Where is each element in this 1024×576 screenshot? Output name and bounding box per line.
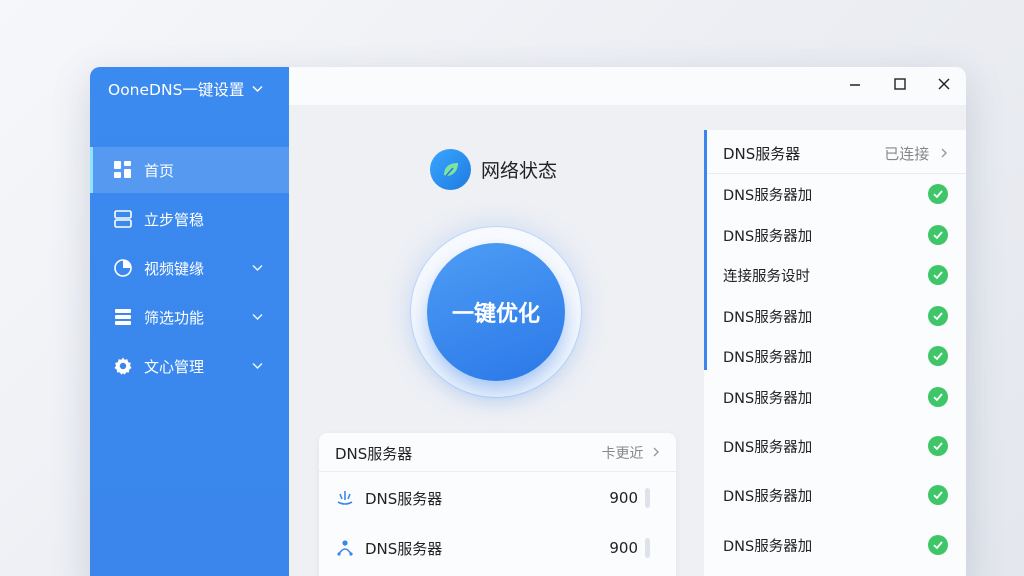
row-label: DNS服务器加 [723,228,813,245]
sidebar-item-settings[interactable]: 文心管理 [90,343,289,389]
check-icon [928,265,948,285]
list-item[interactable]: DNS服务器加 [723,433,948,459]
panel-accent-mask [704,370,707,576]
list-item[interactable]: DNS服务器加 [723,532,948,558]
list-item[interactable]: DNS服务器 900 [335,533,662,563]
grid-icon [113,160,133,180]
divider [707,173,966,174]
network-status-header: 网络状态 [430,149,557,190]
chevron-down-icon [252,83,263,96]
sidebar-item-label: 文心管理 [144,357,205,376]
server-icon [113,209,133,229]
user-network-icon [335,538,355,558]
app-title-dropdown[interactable]: OoneDNS一键设置 [108,78,263,100]
check-icon [928,485,948,505]
check-icon [928,535,948,555]
sidebar-item-label: 首页 [144,161,175,180]
sidebar-item-home[interactable]: 首页 [90,147,289,193]
check-icon [928,184,948,204]
list-item[interactable]: DNS服务器加 [723,343,948,369]
app-window: OoneDNS一键设置 首页 立步管稳 视频键缘 筛选功能 文心管理 网络状态 … [90,67,966,576]
row-label: DNS服务器加 [723,538,813,555]
row-label: 连接服务设时 [723,268,810,285]
panel-title: DNS服务器 [723,145,801,163]
list-icon [113,307,133,327]
card-title: DNS服务器 [335,445,413,463]
sidebar-item-management[interactable]: 立步管稳 [90,196,289,242]
close-button[interactable] [933,75,955,97]
row-label: DNS服务器加 [723,390,813,407]
clock-pie-icon [113,258,133,278]
divider [319,471,676,472]
chevron-right-icon [941,148,947,158]
row-label: DNS服务器加 [723,309,813,326]
sidebar-item-label: 视频键缘 [144,259,205,278]
dns-server-card: DNS服务器 卡更近 DNS服务器 900 DNS服务器 900 [319,433,676,576]
row-label: DNS服务器加 [723,349,813,366]
list-item[interactable]: 连接服务设时 [723,262,948,288]
sidebar-item-video[interactable]: 视频键缘 [90,245,289,291]
row-label: DNS服务器加 [723,439,813,456]
sidebar-item-label: 立步管稳 [144,210,205,229]
list-item[interactable]: DNS服务器加 [723,384,948,410]
sidebar-item-label: 筛选功能 [144,308,205,327]
check-icon [928,306,948,326]
chevron-down-icon [252,311,263,324]
chevron-down-icon [252,262,263,275]
list-item[interactable]: DNS服务器加 [723,181,948,207]
row-indicator [645,538,650,558]
row-label: DNS服务器 [365,539,443,558]
list-item[interactable]: DNS服务器 900 [335,483,662,513]
check-icon [928,436,948,456]
chevron-down-icon [252,360,263,373]
network-status-title: 网络状态 [481,160,558,182]
row-label: DNS服务器加 [723,488,813,505]
leaf-logo-icon [430,149,471,190]
list-item[interactable]: DNS服务器加 [723,482,948,508]
connection-status[interactable]: 已连接 [884,143,948,164]
list-item[interactable]: DNS服务器加 [723,303,948,329]
list-item[interactable]: DNS服务器加 [723,222,948,248]
title-bar [289,67,966,105]
app-title: OoneDNS一键设置 [108,81,245,99]
gear-icon [113,356,133,376]
check-icon [928,387,948,407]
row-indicator [645,488,650,508]
check-icon [928,346,948,366]
row-label: DNS服务器加 [723,187,813,204]
row-label: DNS服务器 [365,489,443,508]
one-click-optimize-button[interactable]: 一键优化 [427,243,565,381]
check-icon [928,225,948,245]
sidebar-item-filter[interactable]: 筛选功能 [90,294,289,340]
dns-status-panel: DNS服务器 已连接 DNS服务器加 DNS服务器加 连接服务设时 DNS服务器… [704,130,966,576]
row-value: 900 [609,539,638,557]
card-more-link[interactable]: 卡更近 [602,443,660,463]
row-value: 900 [609,489,638,507]
sidebar: OoneDNS一键设置 首页 立步管稳 视频键缘 筛选功能 文心管理 [90,67,289,576]
signal-icon [335,488,355,508]
chevron-right-icon [653,447,659,457]
maximize-button[interactable] [889,75,911,97]
minimize-button[interactable] [844,75,866,97]
